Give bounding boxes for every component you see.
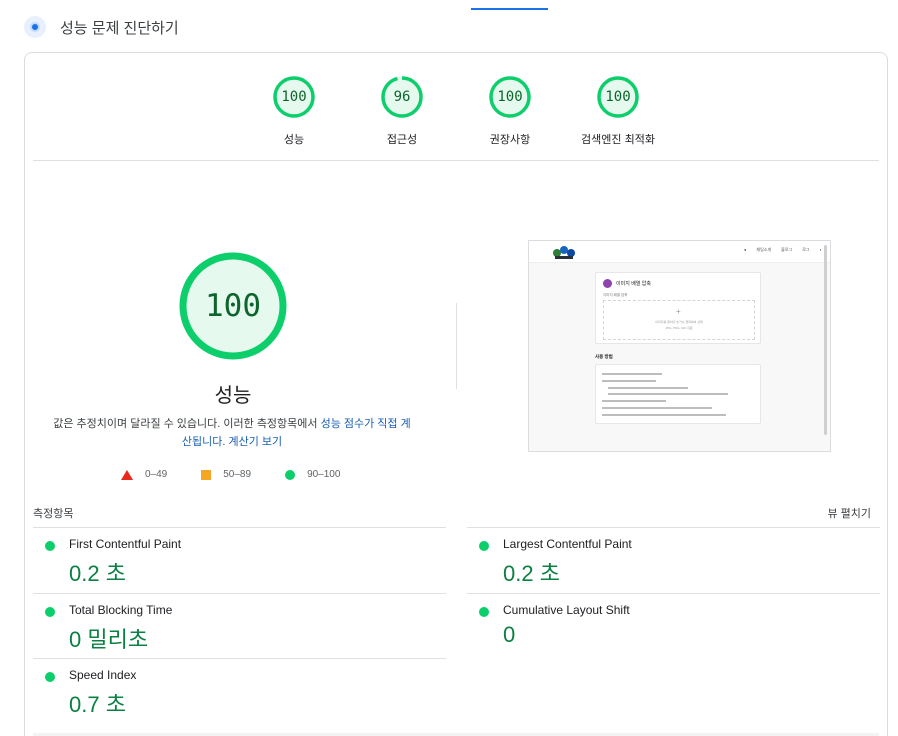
gauge-performance[interactable]: 100 성능 — [240, 75, 348, 165]
gauge-label: 접근성 — [386, 134, 418, 146]
pass-circle-icon — [479, 607, 489, 617]
screenshot-navbar: ● 채팅소개 블로그 로그 ◐ — [529, 241, 830, 263]
legend-range: 90–100 — [307, 469, 341, 480]
text-line — [602, 414, 726, 416]
performance-gauge-large: 100 — [178, 251, 288, 361]
nav-link: 로그 — [802, 247, 810, 252]
final-screenshot[interactable]: ● 채팅소개 블로그 로그 ◐ 이미지 배열 압축 이미지 배열 압축 + 이미… — [528, 240, 831, 452]
text-line — [602, 373, 662, 375]
screenshot-section-title: 사용 방법 — [595, 354, 613, 359]
score-legend: 0–49 50–89 90–100 — [121, 469, 374, 480]
legend-range: 0–49 — [145, 469, 168, 480]
score-ring: 96 — [380, 75, 424, 119]
metric-value: 0.2 초 — [503, 561, 560, 586]
gauge-label: 성능 — [283, 134, 305, 146]
screenshot-upload-card: 이미지 배열 압축 이미지 배열 압축 + 이미지를 끌어다 놓거나 클릭하여 … — [595, 272, 761, 344]
metric-value: 0 밀리초 — [69, 627, 149, 652]
gauge-label: 검색엔진 최적화 — [581, 134, 655, 146]
screenshot-instructions-card — [595, 364, 761, 424]
screenshot-scrollbar — [824, 245, 827, 435]
triangle-icon — [121, 469, 133, 480]
pass-circle-icon — [45, 541, 55, 551]
dropzone-formats: JPG, PNG, GIF 지원 — [665, 326, 693, 330]
report-card: 100 성능 96 접근성 100 권장사항 100 검색엔진 최적화 100 … — [24, 52, 888, 736]
pass-circle-icon — [479, 541, 489, 551]
dropzone-text: 이미지를 끌어다 놓거나 클릭하여 선택 — [655, 320, 703, 324]
metric-name: Largest Contentful Paint — [503, 537, 632, 551]
nav-link: ◐ — [819, 247, 822, 252]
performance-score: 100 — [205, 288, 261, 324]
page-title: 성능 문제 진단하기 — [60, 19, 179, 37]
plus-icon: + — [676, 307, 681, 316]
metric-value: 0.7 초 — [69, 692, 126, 717]
lighthouse-icon — [24, 16, 46, 38]
text-line — [602, 380, 656, 382]
badge-icon — [603, 279, 612, 288]
legend-range: 50–89 — [223, 469, 252, 480]
screenshot-card-title: 이미지 배열 압축 — [616, 281, 651, 287]
screenshot-dropzone: + 이미지를 끌어다 놓거나 클릭하여 선택 JPG, PNG, GIF 지원 — [603, 300, 755, 340]
legend-pass: 90–100 — [285, 469, 340, 480]
score-ring: 100 — [596, 75, 640, 119]
gauge-accessibility[interactable]: 96 접근성 — [348, 75, 456, 165]
screenshot-card-subtitle: 이미지 배열 압축 — [603, 293, 628, 297]
legend-fail: 0–49 — [121, 469, 167, 480]
category-gauges: 100 성능 96 접근성 100 권장사항 100 검색엔진 최적화 — [25, 75, 887, 165]
text-line — [608, 393, 728, 395]
gauge-label: 권장사항 — [489, 134, 531, 146]
text-line — [608, 387, 688, 389]
performance-title: 성능 — [214, 385, 252, 407]
description-text: 값은 추정치이며 달라질 수 있습니다. 이러한 측정항목에서 — [53, 418, 321, 430]
gauge-best-practices[interactable]: 100 권장사항 — [456, 75, 564, 165]
calculator-link[interactable]: 계산기 보기 — [228, 436, 282, 448]
square-icon — [201, 469, 212, 480]
score-ring: 100 — [488, 75, 532, 119]
metric-value: 0 — [503, 622, 516, 647]
metric-cls: Cumulative Layout Shift 0 — [467, 593, 880, 659]
metric-name: First Contentful Paint — [69, 537, 182, 551]
score-ring: 100 — [272, 75, 316, 119]
page-header: 성능 문제 진단하기 — [24, 14, 179, 40]
expand-view-toggle[interactable]: 뷰 펼치기 — [827, 505, 871, 521]
divider — [33, 160, 879, 161]
legend-average: 50–89 — [201, 469, 251, 480]
vertical-separator — [456, 303, 457, 389]
text-line — [602, 400, 666, 402]
screenshot-nav-links: ● 채팅소개 블로그 로그 ◐ — [734, 247, 822, 253]
score-value: 100 — [605, 89, 631, 105]
metric-fcp: First Contentful Paint 0.2 초 — [33, 527, 446, 593]
nav-link: 블로그 — [781, 247, 793, 252]
metric-name: Cumulative Layout Shift — [503, 603, 630, 617]
nav-link: ● — [744, 247, 747, 252]
metric-value: 0.2 초 — [69, 561, 126, 586]
metrics-heading: 측정항목 — [33, 508, 74, 520]
gauge-seo[interactable]: 100 검색엔진 최적화 — [564, 75, 672, 165]
metric-name: Speed Index — [69, 668, 137, 682]
metric-speed-index: Speed Index 0.7 초 — [33, 658, 446, 724]
score-value: 100 — [281, 89, 307, 105]
active-tab-indicator — [471, 8, 548, 10]
score-value: 100 — [497, 89, 523, 105]
site-logo-icon — [553, 246, 575, 259]
text-line — [602, 407, 712, 409]
circle-icon — [285, 469, 296, 480]
metric-lcp: Largest Contentful Paint 0.2 초 — [467, 527, 880, 593]
metric-name: Total Blocking Time — [69, 603, 173, 617]
pass-circle-icon — [45, 672, 55, 682]
score-value: 96 — [393, 89, 411, 105]
performance-description: 값은 추정치이며 달라질 수 있습니다. 이러한 측정항목에서 성능 점수가 직… — [51, 415, 413, 451]
pass-circle-icon — [45, 607, 55, 617]
metric-tbt: Total Blocking Time 0 밀리초 — [33, 593, 446, 659]
nav-link: 채팅소개 — [756, 247, 772, 252]
